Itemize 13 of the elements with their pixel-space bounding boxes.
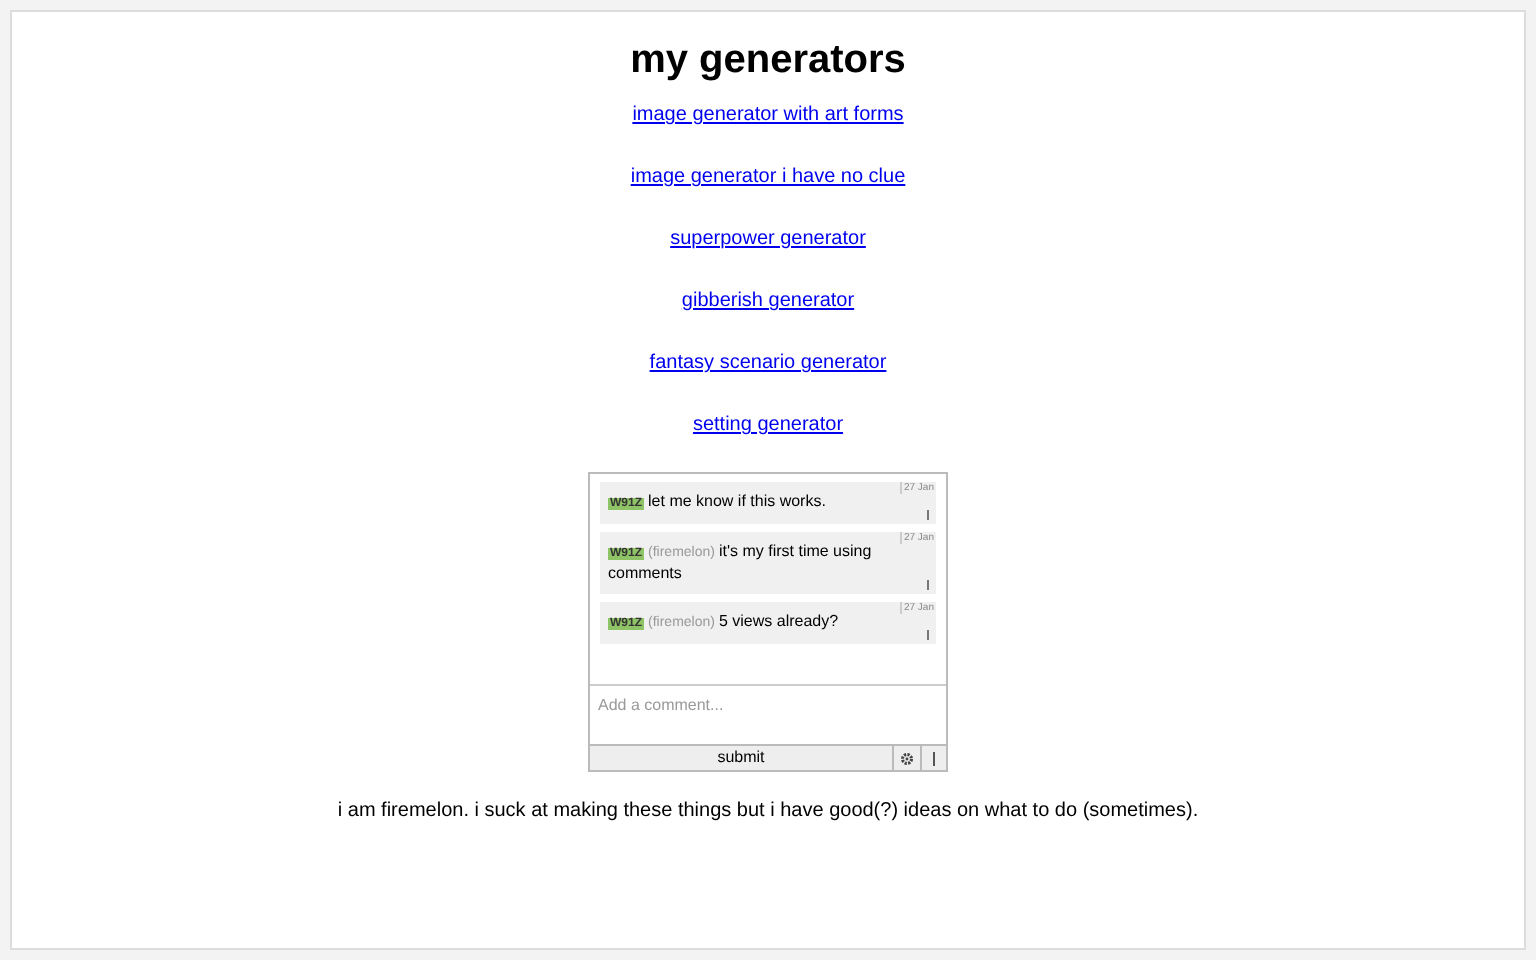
generator-link[interactable]: gibberish generator — [681, 288, 855, 316]
generator-link[interactable]: setting generator — [692, 412, 844, 440]
settings-icon — [900, 751, 914, 765]
page-title: my generators — [630, 36, 906, 84]
more-button[interactable] — [922, 746, 946, 770]
bio-text: i am firemelon. i suck at making these things but i have good(?) ideas on what to do (sometimes). — [337, 798, 1199, 826]
comment-field[interactable]: Add a comment... — [590, 686, 946, 744]
generator-link[interactable]: fantasy scenario generator — [649, 350, 887, 378]
generator-link[interactable]: superpower generator — [670, 226, 866, 254]
submit-button[interactable]: submit — [590, 746, 894, 770]
generator-link[interactable]: image generator i have no clue — [630, 164, 906, 192]
generator-link[interactable]: image generator with art forms — [632, 102, 904, 130]
settings-button[interactable] — [894, 746, 922, 770]
